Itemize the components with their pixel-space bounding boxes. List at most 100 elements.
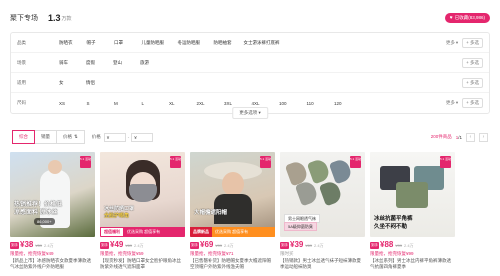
more-button[interactable]: 更多 ▾ xyxy=(446,100,458,106)
sort-comprehensive-button[interactable]: 综合 xyxy=(12,130,35,144)
filter-option[interactable]: 儿童防晒服 xyxy=(142,40,178,46)
underwear-shape xyxy=(396,182,428,208)
price-min-input[interactable]: ¥ xyxy=(103,132,126,142)
filter-option[interactable]: 骑车 xyxy=(59,60,86,66)
product-image[interactable]: 5.1 活动 大帽檐遮阳帽 品牌新品 优选采购 超值享有 xyxy=(190,152,275,237)
price-max-input[interactable]: ¥ xyxy=(131,132,154,142)
filter-option[interactable]: 旅游 xyxy=(140,60,167,66)
chevron-down-icon: ▾ xyxy=(258,110,261,115)
original-price: ¥59 xyxy=(35,243,43,248)
filter-row-category: 品类 防晒衣 帽子 口罩 儿童防晒服 冬运防晒服 防晒袖套 女士游泳裤打底裤 更… xyxy=(11,33,489,53)
filter-options: 防晒衣 帽子 口罩 儿童防晒服 冬运防晒服 防晒袖套 女士游泳裤打底裤 xyxy=(59,40,446,46)
filter-option[interactable]: 情侣 xyxy=(86,80,113,86)
filter-label: 尺码 xyxy=(17,100,26,105)
price-row: 到手 ¥38 ¥59 2.4万 xyxy=(10,240,95,250)
product-image[interactable]: 5.1 活动 冰丝防晒口罩 全脸护眼角 超值福利 优选采购 超值享有 xyxy=(100,152,185,237)
filter-label: 品类 xyxy=(17,39,26,45)
product-image[interactable]: 5.1 活动 冰丝抗菌平角裤 久坐不闷不勒 xyxy=(370,152,455,237)
filter-option[interactable]: 女 xyxy=(59,80,86,86)
filter-option[interactable]: 防晒袖套 xyxy=(214,40,244,46)
favorite-button[interactable]: ♥ 已收藏(83,986) xyxy=(444,13,490,23)
price-prefix: 到手 xyxy=(100,242,109,249)
filter-options: XS S M L XL 2XL 3XL 4XL 100 110 120 xyxy=(59,101,446,106)
more-button[interactable]: 更多 ▾ xyxy=(446,40,458,46)
filter-option[interactable]: S xyxy=(87,101,115,106)
chevron-right-icon: › xyxy=(482,134,485,140)
product-name[interactable]: 【冰丝系列】男士冰丝内裤平角裤薄款透气抗菌四角裤夏季 xyxy=(370,258,455,270)
sock-shape xyxy=(318,179,344,207)
sort-sales-button[interactable]: 销量 xyxy=(34,130,57,144)
original-price: ¥99 xyxy=(395,243,403,248)
result-count: 200件商品 xyxy=(430,134,452,139)
filter-option[interactable]: 4XL xyxy=(252,101,280,106)
product-name[interactable]: 【现货秒发】防晒口罩女全脸护眼角冰丝防紫外线透气遮阳面罩 xyxy=(100,258,185,270)
filter-option[interactable]: 登山 xyxy=(113,60,140,66)
price-prefix: 到手 xyxy=(190,242,199,249)
multi-select-button[interactable]: + 多选 xyxy=(462,77,483,88)
filter-label: 适用 xyxy=(17,79,26,85)
filter-option[interactable]: 帽子 xyxy=(87,40,115,46)
header: 聚下专场 1.3 万款 ♥ 已收藏(83,986) xyxy=(10,8,490,28)
filter-option[interactable]: M xyxy=(114,101,142,106)
product-overlay-title: 热销推荐！价格低 xyxy=(14,202,63,208)
filter-option[interactable]: 120 xyxy=(334,101,362,106)
product-name[interactable]: 【新品上市】冰感防晒衣女款夏季薄款透气冰丝防紫外线户外防晒服 xyxy=(10,258,95,270)
multi-select-button[interactable]: + 多选 xyxy=(462,98,483,108)
product-image[interactable]: 5.1 活动 男士网眼透气袜 5A级抑菌防臭 xyxy=(280,152,365,237)
product-image[interactable]: 5.1 活动 热销推荐！价格低 凉感面料 凉冰丝 86,000+ xyxy=(10,152,95,237)
filter-option[interactable]: L xyxy=(142,101,170,106)
prev-page-button[interactable]: ‹ xyxy=(466,132,475,142)
filter-option[interactable]: 冬运防晒服 xyxy=(178,40,214,46)
product-card[interactable]: 5.1 活动 男士网眼透气袜 5A级抑菌防臭 到手 ¥39 ¥69 2.4万 限… xyxy=(280,152,365,270)
filter-option[interactable]: 3XL xyxy=(224,101,252,106)
promo-band: 品牌新品 优选采购 超值享有 xyxy=(190,227,275,237)
product-overlay-title: 冰丝防晒口罩 xyxy=(104,206,135,212)
multi-select-button[interactable]: + 多选 xyxy=(462,37,483,48)
sort-price-button[interactable]: 价格 ⇅ xyxy=(56,130,85,144)
product-card[interactable]: 5.1 活动 大帽檐遮阳帽 品牌新品 优选采购 超值享有 到手 ¥69 ¥99 … xyxy=(190,152,275,270)
filter-option[interactable]: 110 xyxy=(307,101,335,106)
price-row: 到手 ¥39 ¥69 2.4万 xyxy=(280,240,365,250)
product-overlay-subtitle: 5A级抑菌防臭 xyxy=(284,222,317,231)
product-card[interactable]: 5.1 活动 冰丝抗菌平角裤 久坐不闷不勒 到手 ¥88 ¥99 2.4万 限量… xyxy=(370,152,455,270)
filter-option[interactable]: 女士游泳裤打底裤 xyxy=(244,40,304,46)
filter-option[interactable]: XS xyxy=(59,101,87,106)
pagination: 1/1 xyxy=(456,135,462,140)
price-dash: - xyxy=(127,134,130,140)
multi-select-button[interactable]: + 多选 xyxy=(462,57,483,68)
promo-band-text: 优选采购 超值享有 xyxy=(212,227,275,237)
event-badge: 5.1 活动 xyxy=(170,156,181,168)
filter-option[interactable]: 2XL xyxy=(197,101,225,106)
filter-option[interactable]: 100 xyxy=(279,101,307,106)
head-shape xyxy=(48,160,62,174)
shirt-shape xyxy=(214,194,252,224)
filter-label: 场景 xyxy=(17,59,26,65)
product-name[interactable]: 【已售罄补货】防晒帽女夏季大檐遮阳帽空顶帽户外防紫外线渔夫帽 xyxy=(190,258,275,270)
sort-arrows-icon: ⇅ xyxy=(74,134,78,139)
product-name[interactable]: 【热销款】男士冰丝透气袜子短袜薄款夏季运动船袜防臭 xyxy=(280,258,365,270)
page: 聚下专场 1.3 万款 ♥ 已收藏(83,986) 品类 防晒衣 帽子 口罩 儿… xyxy=(0,0,500,276)
event-badge: 5.1 活动 xyxy=(440,156,451,168)
filter-options: 女 情侣 xyxy=(59,80,462,86)
price: ¥69 xyxy=(200,240,214,249)
sold-count: 2.4万 xyxy=(224,243,234,248)
filter-option[interactable]: XL xyxy=(169,101,197,106)
heart-icon: ♥ xyxy=(449,15,453,21)
price: ¥39 xyxy=(290,240,304,249)
promo-text: 限时买 xyxy=(280,251,294,256)
filter-option[interactable]: 防晒衣 xyxy=(59,40,87,46)
sort-bar: 综合 销量 价格 ⇅ 价格 ¥ - ¥ 200件商品 1/1 ‹ › xyxy=(10,128,490,146)
sold-count: 2.4万 xyxy=(44,243,54,248)
more-options-button[interactable]: 更多选项 ▾ xyxy=(232,107,268,119)
filter-option[interactable]: 口罩 xyxy=(114,40,142,46)
filter-option[interactable]: 度假 xyxy=(86,60,113,66)
sock-shape xyxy=(306,157,332,185)
event-badge: 5.1 活动 xyxy=(80,156,91,168)
price-row: 到手 ¥69 ¥99 2.4万 xyxy=(190,240,275,250)
product-card[interactable]: 5.1 活动 冰丝防晒口罩 全脸护眼角 超值福利 优选采购 超值享有 到手 ¥4… xyxy=(100,152,185,270)
filter-row-gender: 适用 女 情侣 + 多选 xyxy=(11,73,489,93)
product-overlay-title: 冰丝抗菌平角裤 xyxy=(374,216,413,222)
product-card[interactable]: 5.1 活动 热销推荐！价格低 凉感面料 凉冰丝 86,000+ 到手 ¥38 … xyxy=(10,152,95,270)
more-label: 更多 xyxy=(445,100,455,105)
next-page-button[interactable]: › xyxy=(479,132,488,142)
